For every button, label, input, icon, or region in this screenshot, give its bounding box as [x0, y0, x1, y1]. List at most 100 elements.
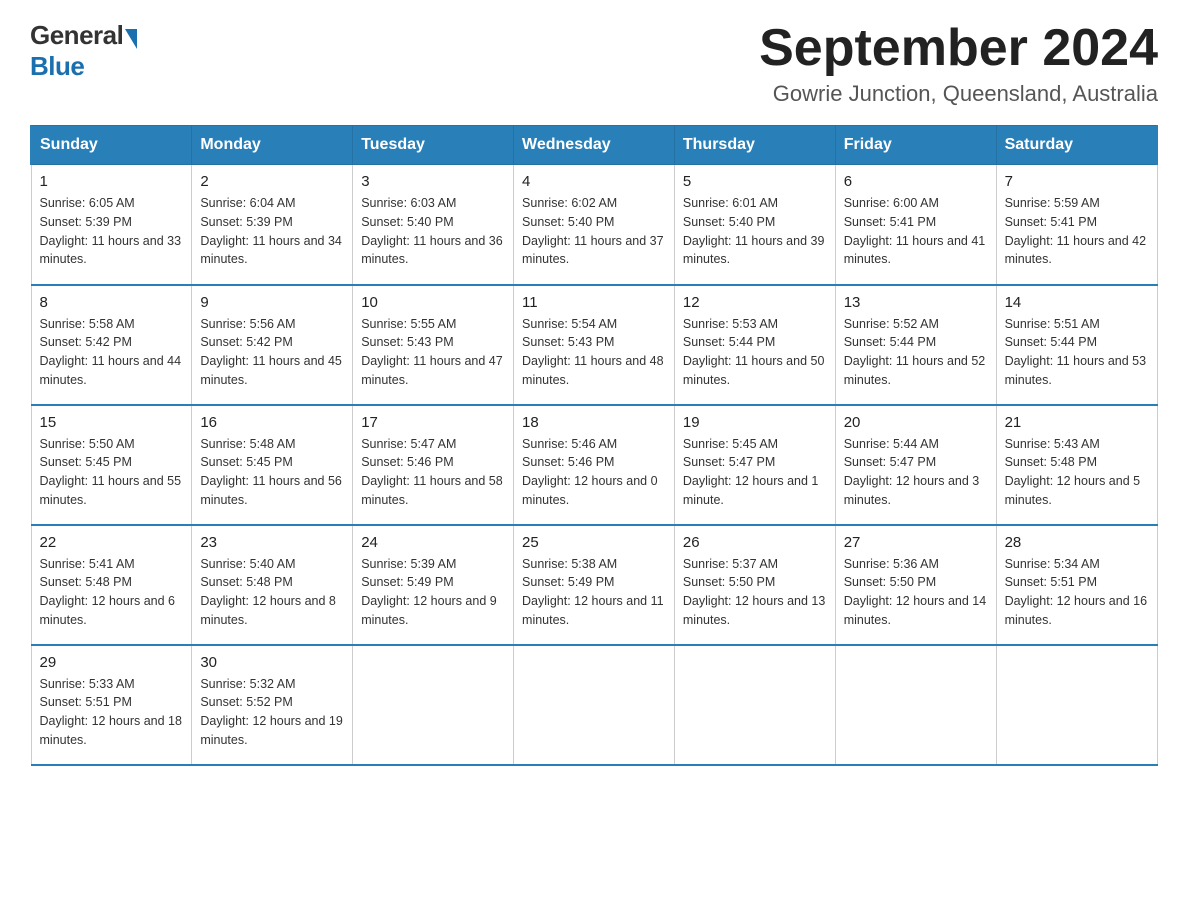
col-thursday: Thursday: [674, 126, 835, 165]
day-info: Sunrise: 6:04 AMSunset: 5:39 PMDaylight:…: [200, 194, 344, 269]
table-row: 25 Sunrise: 5:38 AMSunset: 5:49 PMDayligh…: [514, 525, 675, 645]
day-info: Sunrise: 5:59 AMSunset: 5:41 PMDaylight:…: [1005, 194, 1149, 269]
col-saturday: Saturday: [996, 126, 1157, 165]
day-info: Sunrise: 5:33 AMSunset: 5:51 PMDaylight:…: [40, 675, 184, 750]
day-info: Sunrise: 5:34 AMSunset: 5:51 PMDaylight:…: [1005, 555, 1149, 630]
day-number: 12: [683, 294, 827, 311]
day-number: 6: [844, 173, 988, 190]
day-info: Sunrise: 5:51 AMSunset: 5:44 PMDaylight:…: [1005, 315, 1149, 390]
day-info: Sunrise: 5:50 AMSunset: 5:45 PMDaylight:…: [40, 435, 184, 510]
day-info: Sunrise: 5:39 AMSunset: 5:49 PMDaylight:…: [361, 555, 505, 630]
day-info: Sunrise: 5:43 AMSunset: 5:48 PMDaylight:…: [1005, 435, 1149, 510]
day-info: Sunrise: 5:45 AMSunset: 5:47 PMDaylight:…: [683, 435, 827, 510]
day-info: Sunrise: 6:02 AMSunset: 5:40 PMDaylight:…: [522, 194, 666, 269]
day-number: 19: [683, 414, 827, 431]
table-row: [353, 645, 514, 765]
table-row: 26 Sunrise: 5:37 AMSunset: 5:50 PMDayligh…: [674, 525, 835, 645]
day-number: 7: [1005, 173, 1149, 190]
day-info: Sunrise: 5:44 AMSunset: 5:47 PMDaylight:…: [844, 435, 988, 510]
day-number: 17: [361, 414, 505, 431]
table-row: 21Sunrise: 5:43 AMSunset: 5:48 PMDayligh…: [996, 405, 1157, 525]
day-number: 11: [522, 294, 666, 311]
day-info: Sunrise: 5:47 AMSunset: 5:46 PMDaylight:…: [361, 435, 505, 510]
table-row: 23 Sunrise: 5:40 AMSunset: 5:48 PMDayligh…: [192, 525, 353, 645]
col-monday: Monday: [192, 126, 353, 165]
table-row: 18 Sunrise: 5:46 AMSunset: 5:46 PMDayligh…: [514, 405, 675, 525]
day-info: Sunrise: 5:37 AMSunset: 5:50 PMDaylight:…: [683, 555, 827, 630]
table-row: 30 Sunrise: 5:32 AMSunset: 5:52 PMDayligh…: [192, 645, 353, 765]
table-row: 13 Sunrise: 5:52 AMSunset: 5:44 PMDayligh…: [835, 285, 996, 405]
day-number: 22: [40, 534, 184, 551]
week-row-3: 15 Sunrise: 5:50 AMSunset: 5:45 PMDayligh…: [31, 405, 1157, 525]
header: General Blue September 2024 Gowrie Junct…: [30, 20, 1158, 107]
table-row: 12 Sunrise: 5:53 AMSunset: 5:44 PMDayligh…: [674, 285, 835, 405]
month-title: September 2024: [759, 20, 1158, 77]
day-number: 16: [200, 414, 344, 431]
table-row: [514, 645, 675, 765]
table-row: 10 Sunrise: 5:55 AMSunset: 5:43 PMDayligh…: [353, 285, 514, 405]
calendar-table: Sunday Monday Tuesday Wednesday Thursday…: [30, 125, 1158, 766]
logo-general-text: General: [30, 20, 123, 51]
day-number: 9: [200, 294, 344, 311]
day-info: Sunrise: 5:54 AMSunset: 5:43 PMDaylight:…: [522, 315, 666, 390]
table-row: 27Sunrise: 5:36 AMSunset: 5:50 PMDayligh…: [835, 525, 996, 645]
logo-blue-text: Blue: [30, 51, 84, 82]
day-number: 3: [361, 173, 505, 190]
table-row: 17 Sunrise: 5:47 AMSunset: 5:46 PMDayligh…: [353, 405, 514, 525]
day-info: Sunrise: 5:55 AMSunset: 5:43 PMDaylight:…: [361, 315, 505, 390]
title-area: September 2024 Gowrie Junction, Queensla…: [759, 20, 1158, 107]
day-number: 5: [683, 173, 827, 190]
day-number: 2: [200, 173, 344, 190]
day-number: 23: [200, 534, 344, 551]
day-number: 25: [522, 534, 666, 551]
logo: General Blue: [30, 20, 137, 82]
table-row: 28 Sunrise: 5:34 AMSunset: 5:51 PMDayligh…: [996, 525, 1157, 645]
table-row: 3 Sunrise: 6:03 AMSunset: 5:40 PMDaylight…: [353, 165, 514, 285]
table-row: [674, 645, 835, 765]
table-row: 4Sunrise: 6:02 AMSunset: 5:40 PMDaylight…: [514, 165, 675, 285]
table-row: 29Sunrise: 5:33 AMSunset: 5:51 PMDayligh…: [31, 645, 192, 765]
location-title: Gowrie Junction, Queensland, Australia: [759, 81, 1158, 107]
day-number: 20: [844, 414, 988, 431]
day-number: 13: [844, 294, 988, 311]
day-info: Sunrise: 5:48 AMSunset: 5:45 PMDaylight:…: [200, 435, 344, 510]
table-row: [835, 645, 996, 765]
week-row-2: 8 Sunrise: 5:58 AMSunset: 5:42 PMDaylight…: [31, 285, 1157, 405]
day-number: 10: [361, 294, 505, 311]
table-row: 14 Sunrise: 5:51 AMSunset: 5:44 PMDayligh…: [996, 285, 1157, 405]
day-info: Sunrise: 5:52 AMSunset: 5:44 PMDaylight:…: [844, 315, 988, 390]
table-row: 7 Sunrise: 5:59 AMSunset: 5:41 PMDaylight…: [996, 165, 1157, 285]
day-info: Sunrise: 5:38 AMSunset: 5:49 PMDaylight:…: [522, 555, 666, 630]
day-number: 15: [40, 414, 184, 431]
day-info: Sunrise: 5:40 AMSunset: 5:48 PMDaylight:…: [200, 555, 344, 630]
table-row: 5 Sunrise: 6:01 AMSunset: 5:40 PMDaylight…: [674, 165, 835, 285]
table-row: 24 Sunrise: 5:39 AMSunset: 5:49 PMDayligh…: [353, 525, 514, 645]
logo-triangle-icon: [125, 29, 137, 49]
table-row: 8 Sunrise: 5:58 AMSunset: 5:42 PMDaylight…: [31, 285, 192, 405]
col-tuesday: Tuesday: [353, 126, 514, 165]
table-row: 19 Sunrise: 5:45 AMSunset: 5:47 PMDayligh…: [674, 405, 835, 525]
day-info: Sunrise: 5:32 AMSunset: 5:52 PMDaylight:…: [200, 675, 344, 750]
table-row: 15 Sunrise: 5:50 AMSunset: 5:45 PMDayligh…: [31, 405, 192, 525]
day-info: Sunrise: 5:58 AMSunset: 5:42 PMDaylight:…: [40, 315, 184, 390]
day-number: 28: [1005, 534, 1149, 551]
day-info: Sunrise: 6:05 AMSunset: 5:39 PMDaylight:…: [40, 194, 184, 269]
day-number: 30: [200, 654, 344, 671]
day-number: 18: [522, 414, 666, 431]
day-number: 8: [40, 294, 184, 311]
day-info: Sunrise: 6:01 AMSunset: 5:40 PMDaylight:…: [683, 194, 827, 269]
day-info: Sunrise: 5:46 AMSunset: 5:46 PMDaylight:…: [522, 435, 666, 510]
day-info: Sunrise: 6:00 AMSunset: 5:41 PMDaylight:…: [844, 194, 988, 269]
header-row: Sunday Monday Tuesday Wednesday Thursday…: [31, 126, 1157, 165]
col-wednesday: Wednesday: [514, 126, 675, 165]
day-info: Sunrise: 5:41 AMSunset: 5:48 PMDaylight:…: [40, 555, 184, 630]
table-row: 6 Sunrise: 6:00 AMSunset: 5:41 PMDaylight…: [835, 165, 996, 285]
table-row: 9Sunrise: 5:56 AMSunset: 5:42 PMDaylight…: [192, 285, 353, 405]
day-info: Sunrise: 6:03 AMSunset: 5:40 PMDaylight:…: [361, 194, 505, 269]
day-info: Sunrise: 5:36 AMSunset: 5:50 PMDaylight:…: [844, 555, 988, 630]
day-info: Sunrise: 5:53 AMSunset: 5:44 PMDaylight:…: [683, 315, 827, 390]
week-row-5: 29Sunrise: 5:33 AMSunset: 5:51 PMDayligh…: [31, 645, 1157, 765]
day-number: 26: [683, 534, 827, 551]
day-number: 14: [1005, 294, 1149, 311]
day-number: 24: [361, 534, 505, 551]
